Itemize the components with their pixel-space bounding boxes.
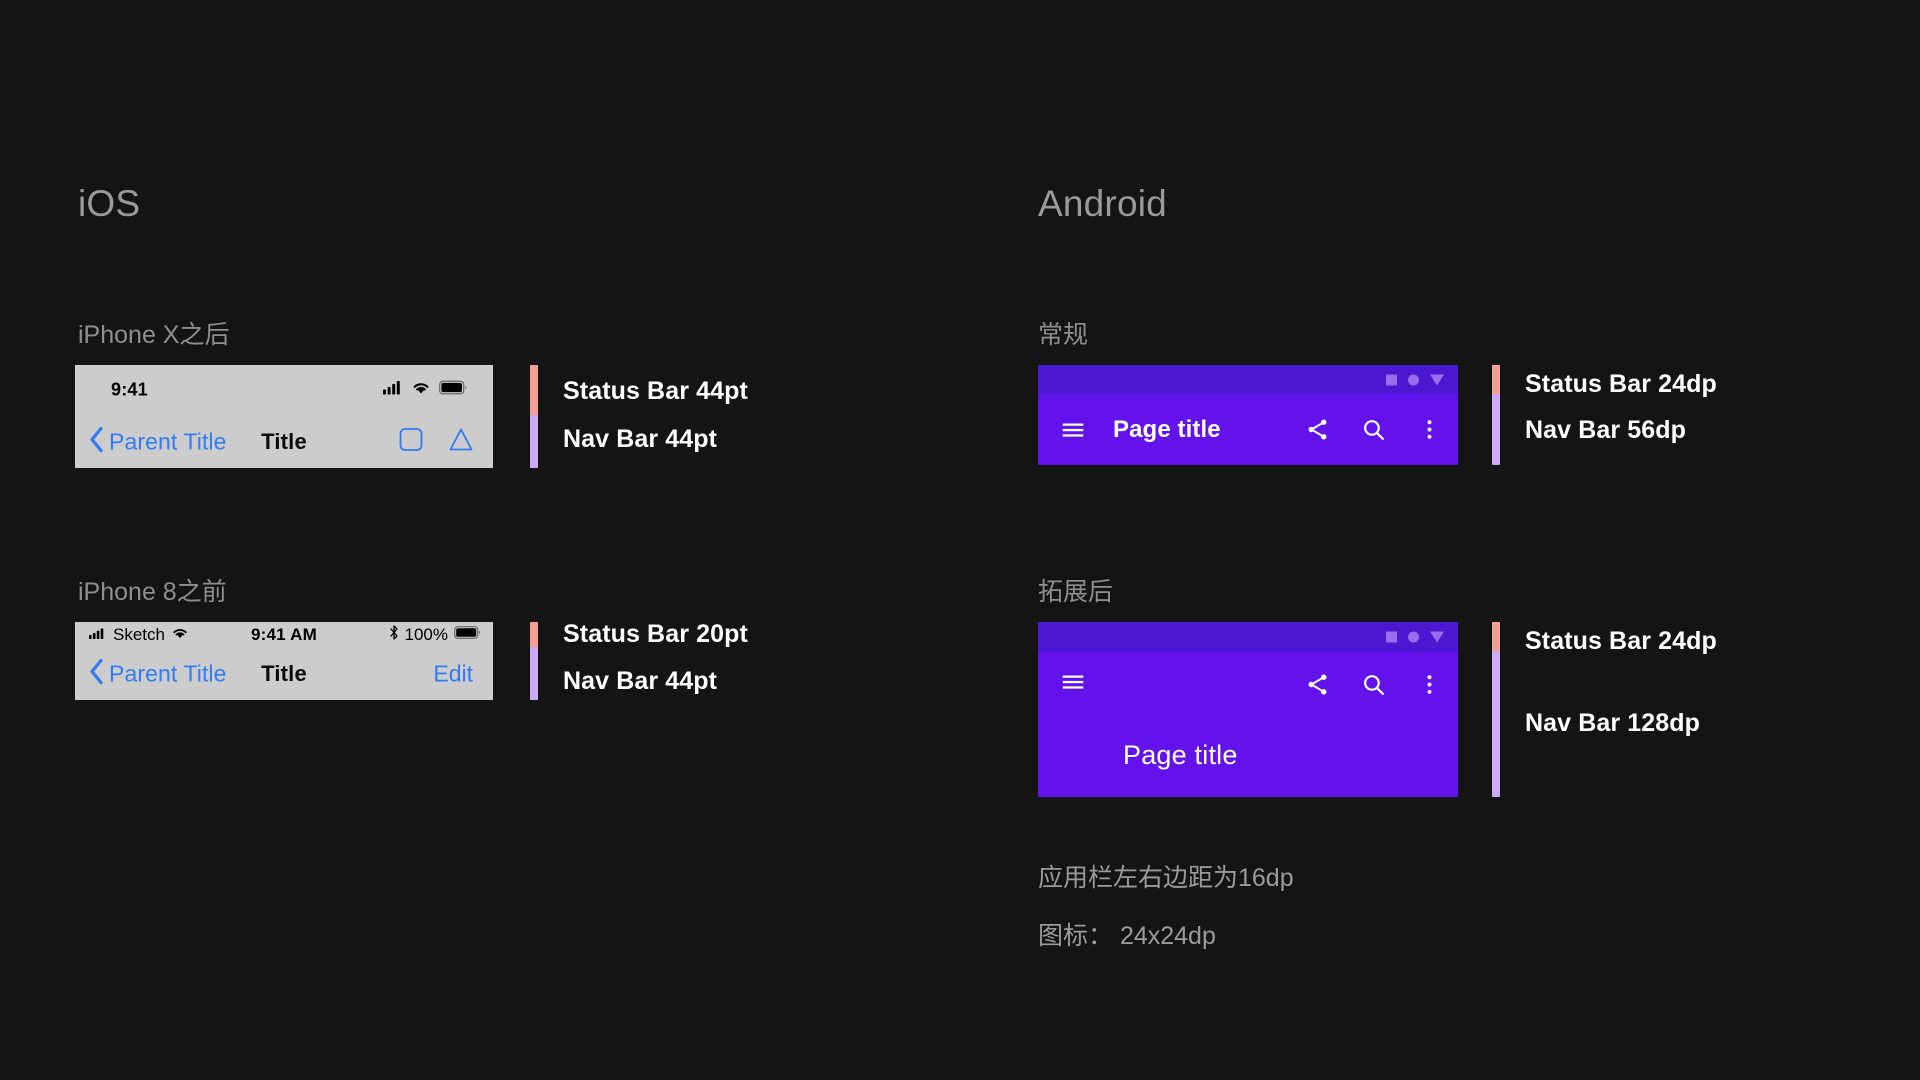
nav-bar-marker — [530, 415, 538, 468]
android-status-indicators — [1386, 374, 1444, 385]
nav-bar-actions: Edit — [433, 660, 473, 687]
nav-bar-measurement: Nav Bar 128dp — [1525, 709, 1700, 737]
status-bar-carrier: Sketch — [113, 624, 165, 644]
triangle-status-icon — [1430, 631, 1444, 642]
ios-platform-title: iOS — [78, 183, 141, 224]
status-bar-measurement: Status Bar 24dp — [1525, 627, 1717, 655]
measurement-bar-stack — [530, 365, 538, 468]
edit-button[interactable]: Edit — [433, 660, 473, 687]
android-expanded-appbar-mockup: Page title — [1038, 622, 1458, 797]
measurement-bar-stack — [530, 622, 538, 700]
iphone-x-mockup: 9:41 Parent Title Title — [75, 365, 493, 468]
android-status-indicators — [1386, 631, 1444, 642]
share-icon[interactable] — [1302, 415, 1332, 445]
app-bar-actions — [1302, 669, 1444, 699]
nav-bar-measurement: Nav Bar 56dp — [1525, 416, 1686, 444]
status-bar-measurement: Status Bar 44pt — [563, 377, 748, 405]
app-bar-title: Page title — [1113, 415, 1221, 443]
app-bar-title-expanded: Page title — [1123, 740, 1238, 770]
android-section-label-expanded: 拓展后 — [1038, 578, 1114, 606]
nav-bar-marker — [1492, 394, 1500, 465]
battery-percentage: 100% — [404, 624, 448, 644]
back-button[interactable]: Parent Title — [89, 658, 227, 689]
nav-bar-marker — [1492, 651, 1500, 797]
android-note-icon-size: 图标： 24x24dp — [1038, 922, 1216, 950]
android-status-bar — [1038, 622, 1458, 651]
android-status-bar — [1038, 365, 1458, 394]
status-bar-indicators — [383, 380, 467, 400]
hamburger-menu-icon[interactable] — [1058, 415, 1088, 445]
square-status-icon — [1386, 631, 1397, 642]
hamburger-menu-icon[interactable] — [1058, 667, 1088, 697]
iphone-8-status-bar: Sketch 9:41 AM 100% — [75, 622, 493, 647]
status-bar-marker — [530, 365, 538, 415]
android-platform-title: Android — [1038, 183, 1167, 224]
iphone-8-nav-bar: Parent Title Title Edit — [75, 647, 493, 700]
battery-icon — [439, 380, 467, 400]
overflow-menu-icon[interactable] — [1414, 415, 1444, 445]
iphone-x-legend: Status Bar 44pt Nav Bar 44pt — [530, 365, 830, 468]
square-status-icon — [1386, 374, 1397, 385]
nav-bar-actions — [399, 427, 473, 456]
bluetooth-icon — [389, 624, 399, 645]
cellular-signal-icon — [383, 381, 403, 400]
android-app-bar: Page title — [1038, 394, 1458, 465]
circle-status-icon — [1408, 374, 1419, 385]
status-bar-carrier-group: Sketch — [89, 625, 188, 645]
nav-bar-title: Title — [261, 428, 307, 454]
measurement-bar-stack — [1492, 622, 1500, 797]
iphone-8-mockup: Sketch 9:41 AM 100% Parent Title Title E… — [75, 622, 493, 700]
status-bar-measurement: Status Bar 24dp — [1525, 370, 1717, 398]
nav-bar-measurement: Nav Bar 44pt — [563, 667, 718, 695]
ios-section-label-iphone-8: iPhone 8之前 — [78, 578, 227, 606]
status-bar-marker — [530, 622, 538, 647]
android-section-label-regular: 常规 — [1038, 321, 1089, 349]
status-bar-marker — [1492, 622, 1500, 651]
wifi-icon — [412, 381, 430, 400]
measurement-bar-stack — [1492, 365, 1500, 465]
status-bar-time: 9:41 AM — [251, 624, 317, 644]
iphone-x-status-bar: 9:41 — [75, 365, 493, 415]
status-bar-measurement: Status Bar 20pt — [563, 620, 748, 648]
square-outline-icon[interactable] — [399, 427, 423, 456]
overflow-menu-icon[interactable] — [1414, 669, 1444, 699]
battery-icon — [454, 625, 481, 644]
iphone-8-legend: Status Bar 20pt Nav Bar 44pt — [530, 620, 830, 700]
search-icon[interactable] — [1358, 669, 1388, 699]
triangle-outline-icon[interactable] — [449, 427, 473, 456]
android-app-bar-expanded: Page title — [1038, 651, 1458, 797]
status-bar-marker — [1492, 365, 1500, 394]
back-button[interactable]: Parent Title — [89, 426, 227, 457]
android-expanded-legend: Status Bar 24dp Nav Bar 128dp — [1492, 622, 1822, 797]
triangle-status-icon — [1430, 374, 1444, 385]
nav-bar-measurement: Nav Bar 44pt — [563, 425, 718, 453]
status-bar-indicators: 100% — [389, 625, 481, 645]
chevron-left-icon — [89, 658, 104, 689]
ios-section-label-iphone-x: iPhone X之后 — [78, 321, 230, 349]
wifi-icon — [172, 626, 188, 644]
share-icon[interactable] — [1302, 669, 1332, 699]
android-regular-legend: Status Bar 24dp Nav Bar 56dp — [1492, 365, 1822, 465]
circle-status-icon — [1408, 631, 1419, 642]
nav-bar-marker — [530, 647, 538, 700]
app-bar-actions — [1302, 415, 1444, 445]
spec-canvas: iOS iPhone X之后 9:41 Parent Title Title S… — [0, 0, 1920, 1080]
back-button-label: Parent Title — [109, 660, 227, 686]
cellular-signal-icon — [89, 626, 106, 644]
nav-bar-title: Title — [261, 660, 307, 686]
back-button-label: Parent Title — [109, 428, 227, 454]
search-icon[interactable] — [1358, 415, 1388, 445]
status-bar-time: 9:41 — [111, 379, 148, 400]
android-regular-appbar-mockup: Page title — [1038, 365, 1458, 465]
iphone-x-nav-bar: Parent Title Title — [75, 415, 493, 468]
android-note-padding: 应用栏左右边距为16dp — [1038, 864, 1294, 892]
chevron-left-icon — [89, 426, 104, 457]
